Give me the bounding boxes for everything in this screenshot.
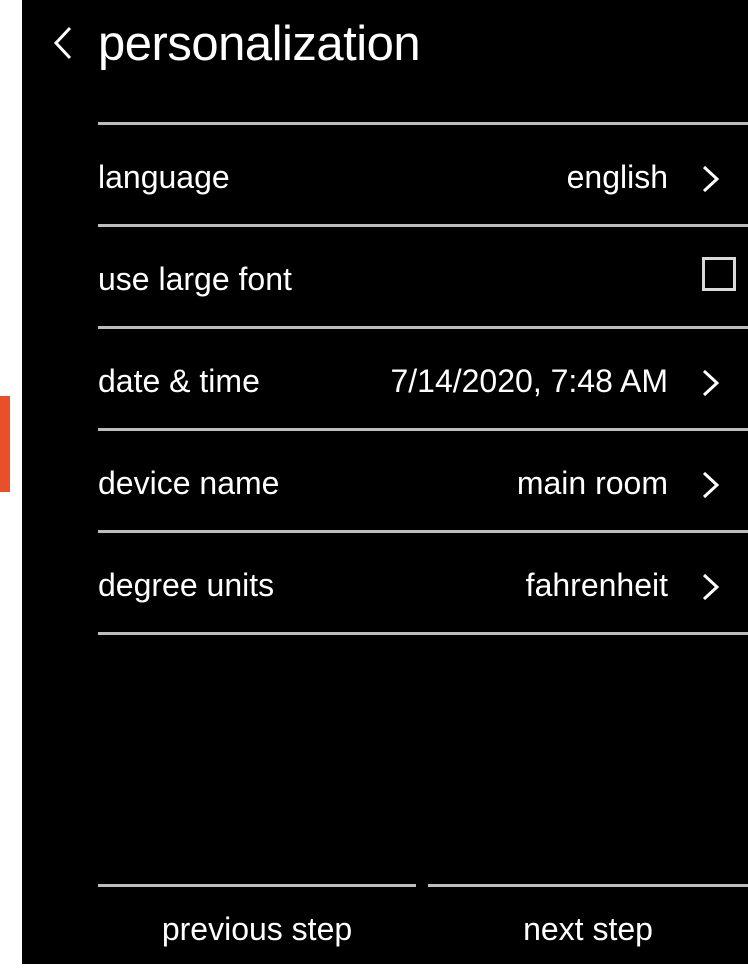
header: personalization bbox=[22, 0, 748, 90]
device-frame: personalization language english use lar… bbox=[0, 0, 748, 964]
next-step-label: next step bbox=[523, 911, 653, 947]
chevron-right-icon bbox=[700, 367, 722, 399]
settings-list: language english use large font date & t… bbox=[98, 122, 748, 635]
setting-label: device name bbox=[98, 465, 280, 501]
accent-indicator bbox=[0, 396, 10, 492]
setting-label: use large font bbox=[98, 261, 292, 297]
setting-value: fahrenheit bbox=[525, 567, 668, 603]
setting-row-device-name[interactable]: device name main room bbox=[98, 428, 748, 530]
setting-row-language[interactable]: language english bbox=[98, 122, 748, 224]
previous-step-button[interactable]: previous step bbox=[98, 884, 416, 964]
setting-row-large-font: use large font bbox=[98, 224, 748, 326]
chevron-right-icon bbox=[700, 571, 722, 603]
chevron-left-icon bbox=[44, 26, 84, 70]
setting-value: 7/14/2020, 7:48 AM bbox=[390, 363, 668, 399]
chevron-right-icon bbox=[700, 469, 722, 501]
setting-value: main room bbox=[516, 465, 668, 501]
list-divider bbox=[98, 632, 748, 635]
large-font-checkbox[interactable] bbox=[702, 257, 736, 291]
page-title: personalization bbox=[98, 17, 421, 71]
setting-row-degree-units[interactable]: degree units fahrenheit bbox=[98, 530, 748, 632]
setting-label: degree units bbox=[98, 567, 275, 603]
setting-label: date & time bbox=[98, 363, 260, 399]
previous-step-label: previous step bbox=[161, 911, 353, 947]
setting-row-date-time[interactable]: date & time 7/14/2020, 7:48 AM bbox=[98, 326, 748, 428]
personalization-screen: personalization language english use lar… bbox=[22, 0, 748, 964]
next-step-button[interactable]: next step bbox=[428, 884, 748, 964]
footer-nav: previous step next step bbox=[98, 884, 748, 964]
back-button[interactable] bbox=[44, 20, 84, 66]
setting-value: english bbox=[566, 159, 668, 195]
chevron-right-icon bbox=[700, 163, 722, 195]
setting-label: language bbox=[98, 159, 230, 195]
